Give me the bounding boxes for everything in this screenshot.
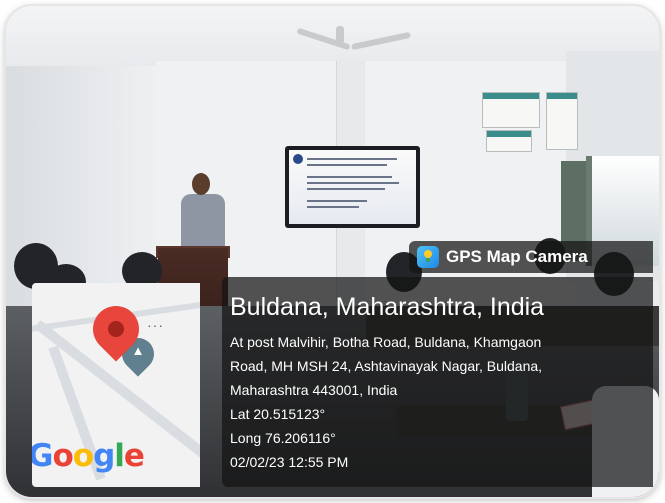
google-letter: G xyxy=(32,438,53,474)
wall-poster xyxy=(482,92,540,128)
google-letter: g xyxy=(93,438,115,474)
photo-frame: GPS Map Camera Buldana, Maharashtra, Ind… xyxy=(6,6,659,497)
address-line: Road, MH MSH 24, Ashtavinayak Nagar, Bul… xyxy=(230,358,543,374)
badge-label: GPS Map Camera xyxy=(446,247,588,266)
more-options-icon: ··· xyxy=(147,317,164,333)
speaker-body xyxy=(181,194,225,254)
latitude: Lat 20.515123° xyxy=(230,406,326,422)
datetime: 02/02/23 12:55 PM xyxy=(230,454,349,470)
address-block: At post Malvihir, Botha Road, Buldana, K… xyxy=(230,330,630,474)
address-line: Maharashtra 443001, India xyxy=(230,382,398,398)
gps-map-camera-badge: GPS Map Camera xyxy=(409,241,653,273)
presentation-logo xyxy=(293,154,303,164)
longitude: Long 76.206116° xyxy=(230,430,336,446)
place-name: Buldana, Maharashtra, India xyxy=(230,293,545,321)
google-letter: o xyxy=(72,438,94,474)
google-letter: o xyxy=(52,438,73,474)
location-pin-dot xyxy=(108,321,124,337)
ceiling-fan-blade xyxy=(336,26,344,44)
speaker-head xyxy=(192,173,210,195)
graduation-cap-icon: ▲ xyxy=(131,343,145,358)
gps-map-camera-icon xyxy=(417,246,439,268)
google-letter: e xyxy=(123,438,145,474)
wall-poster xyxy=(486,130,532,152)
map-thumbnail: ▲ ··· Google xyxy=(32,283,200,487)
google-letter: l xyxy=(114,438,125,474)
wall-poster xyxy=(546,92,578,150)
google-logo: Google xyxy=(32,438,145,474)
presentation-screen xyxy=(285,146,420,228)
address-line: At post Malvihir, Botha Road, Buldana, K… xyxy=(230,334,542,350)
